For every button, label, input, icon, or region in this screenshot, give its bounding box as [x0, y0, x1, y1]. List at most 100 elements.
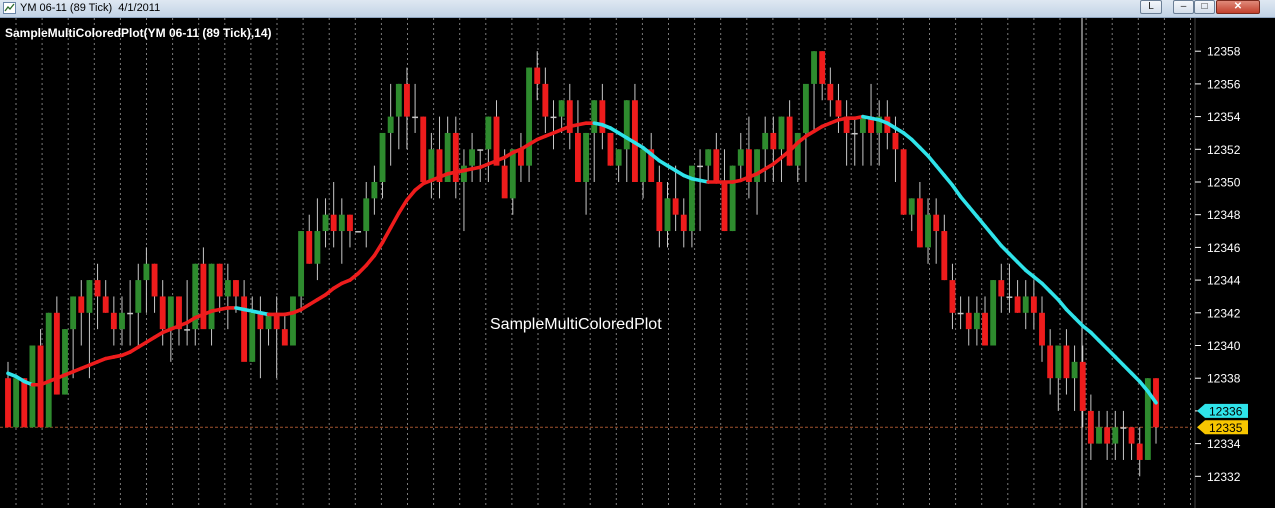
- candle-down: [233, 280, 239, 297]
- candle-down: [53, 312, 60, 395]
- candle-down: [330, 214, 337, 232]
- price-chart[interactable]: SampleMultiColoredPlot(YM 06-11 (89 Tick…: [0, 18, 1275, 508]
- candle-up: [990, 280, 997, 346]
- maximize-button[interactable]: □: [1194, 0, 1215, 14]
- candle-down: [452, 132, 459, 182]
- candle-up: [184, 329, 191, 331]
- close-button[interactable]: ✕: [1216, 0, 1260, 14]
- candle-up: [45, 312, 52, 428]
- candle-up: [70, 296, 77, 330]
- candle-down: [982, 312, 988, 346]
- candle-down: [599, 100, 606, 133]
- y-tick-label: 12356: [1207, 77, 1241, 91]
- candle-down: [159, 296, 166, 330]
- candle-down: [965, 312, 972, 330]
- candle-down: [347, 214, 353, 232]
- candle-down: [21, 378, 28, 428]
- window-title: YM 06-11 (89 Tick) 4/1/2011: [20, 2, 161, 14]
- lock-button[interactable]: L: [1140, 0, 1162, 14]
- candle-up: [778, 116, 785, 150]
- candle-down: [835, 100, 842, 117]
- candle-down: [949, 280, 956, 313]
- candle-up: [249, 312, 256, 362]
- candle-up: [591, 100, 598, 133]
- candle-down: [933, 214, 940, 232]
- candle-down: [306, 231, 313, 264]
- candle-up: [615, 149, 622, 166]
- candle-up: [428, 149, 435, 182]
- candle-up: [550, 116, 557, 119]
- candle-up: [664, 198, 671, 232]
- candle-up: [583, 132, 590, 182]
- chart-window-icon: [3, 2, 16, 14]
- candle-down: [1104, 427, 1111, 444]
- candle-up: [143, 263, 150, 281]
- candle-down: [998, 280, 1005, 297]
- candle-down: [607, 132, 614, 166]
- candle-down: [1039, 312, 1045, 346]
- candle-up: [729, 165, 736, 232]
- indicator-label: SampleMultiColoredPlot(YM 06-11 (89 Tick…: [5, 26, 272, 40]
- candle-up: [908, 198, 915, 215]
- candle-down: [721, 182, 728, 232]
- candle-down: [1030, 296, 1037, 313]
- candle-up: [640, 149, 646, 182]
- candle-down: [151, 263, 158, 297]
- y-tick-label: 12350: [1207, 176, 1241, 190]
- y-tick-label: 12340: [1207, 339, 1241, 353]
- candle-down: [941, 231, 948, 281]
- candle-up: [526, 67, 533, 166]
- candle-down: [257, 312, 264, 330]
- y-tick-label: 12332: [1207, 470, 1241, 484]
- candle-down: [216, 263, 223, 297]
- candle-up: [697, 165, 703, 168]
- candle-down: [574, 132, 581, 182]
- candle-up: [558, 100, 565, 117]
- candle-up: [395, 83, 402, 117]
- candle-down: [501, 165, 508, 199]
- candle-down: [404, 83, 410, 117]
- candle-up: [224, 280, 231, 297]
- candle-down: [1079, 361, 1086, 411]
- candle-up: [1022, 296, 1029, 313]
- candle-down: [680, 214, 687, 232]
- y-tick-label: 12358: [1207, 45, 1241, 59]
- candle-down: [241, 296, 248, 362]
- y-tick-label: 12342: [1207, 306, 1241, 320]
- candle-down: [656, 182, 663, 232]
- candle-down: [786, 116, 793, 166]
- candle-up: [688, 165, 695, 232]
- candle-up: [387, 116, 394, 133]
- candle-up: [208, 263, 215, 330]
- candle-up: [469, 149, 476, 166]
- last-price-marker-label: 12335: [1209, 421, 1243, 435]
- candle-up: [851, 132, 858, 135]
- candle-up: [371, 182, 378, 199]
- candle-down: [102, 296, 109, 313]
- y-tick-label: 12352: [1207, 143, 1241, 157]
- candle-down: [1063, 345, 1070, 379]
- chart-background: [0, 18, 1275, 508]
- candle-up: [461, 165, 467, 182]
- candle-up: [379, 132, 386, 182]
- y-tick-label: 12354: [1207, 110, 1241, 124]
- candle-up: [762, 132, 769, 150]
- watermark-label: SampleMultiColoredPlot: [490, 316, 662, 333]
- candle-down: [281, 329, 288, 346]
- candle-up: [314, 231, 321, 264]
- candle-down: [770, 132, 777, 150]
- candle-up: [338, 214, 345, 232]
- candle-up: [477, 149, 484, 151]
- y-tick-label: 12338: [1207, 372, 1241, 386]
- candle-up: [802, 83, 809, 133]
- candle-down: [827, 83, 834, 101]
- candle-up: [412, 116, 419, 119]
- candle-up: [794, 132, 801, 166]
- minimize-button[interactable]: –: [1173, 0, 1194, 14]
- candle-up: [1006, 296, 1013, 298]
- candle-up: [290, 296, 296, 346]
- candle-down: [900, 149, 907, 215]
- candle-down: [892, 132, 899, 150]
- candle-up: [62, 329, 68, 395]
- candle-down: [534, 67, 541, 84]
